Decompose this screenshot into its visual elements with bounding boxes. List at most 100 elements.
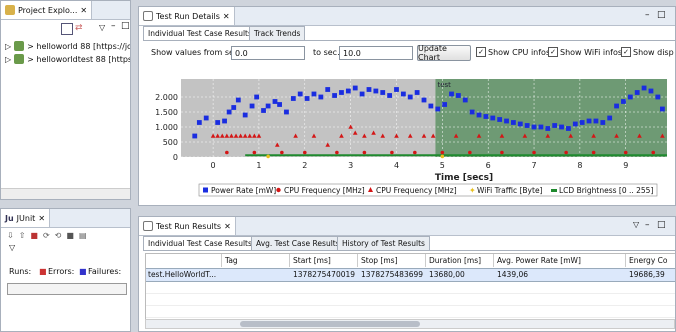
power-rate-point xyxy=(442,102,448,107)
maximize-icon[interactable]: □ xyxy=(657,10,666,20)
tab-individual-results[interactable]: Individual Test Case Results xyxy=(143,236,257,250)
horizontal-scrollbar[interactable] xyxy=(145,319,675,329)
power-rate-point xyxy=(192,133,198,139)
expand-icon[interactable]: ▷ xyxy=(5,42,11,51)
tab-track-trends[interactable]: Track Trends xyxy=(249,26,306,40)
checkbox-box[interactable]: ✓ xyxy=(476,47,486,57)
power-rate-point xyxy=(497,117,503,122)
y-tick-label: 1.000 xyxy=(155,123,178,132)
legend-marker xyxy=(276,187,281,193)
power-rate-point xyxy=(311,91,317,97)
close-icon[interactable]: ✕ xyxy=(38,214,45,223)
show-wifi-checkbox[interactable]: ✓ Show WiFi infos xyxy=(548,47,622,57)
x-axis-label: Time [secs] xyxy=(435,173,493,183)
power-rate-point xyxy=(552,123,558,128)
scrollbar-thumb[interactable] xyxy=(240,321,420,327)
grid-lines xyxy=(146,282,675,320)
column-header-energy[interactable]: Energy Co xyxy=(626,254,675,267)
minimize-icon[interactable]: – xyxy=(645,220,650,230)
power-rate-point xyxy=(339,90,344,95)
to-sec-input[interactable]: 10.0 xyxy=(339,46,413,60)
tab-test-run-results[interactable]: Test Run Results ✕ xyxy=(139,217,236,235)
link-editor-icon[interactable]: ⇄ xyxy=(75,23,85,33)
minimize-icon[interactable]: – xyxy=(111,21,116,31)
x-tick-label: 7 xyxy=(531,161,536,170)
power-rate-point xyxy=(490,115,496,121)
power-rate-point xyxy=(641,85,647,91)
tree-item[interactable]: ▷ > helloworld 88 [https://jc xyxy=(5,41,131,51)
close-icon[interactable]: ✕ xyxy=(223,12,230,21)
show-cpu-checkbox[interactable]: ✓ Show CPU infos xyxy=(476,47,550,57)
horizontal-scrollbar[interactable] xyxy=(1,188,130,199)
view-menu-icon[interactable]: ▽ xyxy=(633,220,639,229)
legend-marker: ✦ xyxy=(469,186,476,195)
column-header-stop[interactable]: Stop [ms] xyxy=(358,254,426,267)
power-rate-point xyxy=(572,121,578,127)
checkbox-box[interactable]: ✓ xyxy=(621,47,631,57)
cpu-frequency-point xyxy=(335,150,339,155)
show-failures-icon[interactable]: ■ xyxy=(30,231,38,240)
minimize-icon[interactable]: – xyxy=(645,10,650,20)
power-rate-point xyxy=(235,97,241,103)
collapse-all-icon[interactable] xyxy=(61,23,73,35)
power-rate-point xyxy=(462,97,468,103)
tab-test-run-details[interactable]: Test Run Details ✕ xyxy=(139,7,235,25)
checkbox-box[interactable]: ✓ xyxy=(548,47,558,57)
update-chart-button[interactable]: Update Chart xyxy=(417,44,471,62)
power-rate-point xyxy=(290,96,296,101)
x-tick-label: 3 xyxy=(348,161,353,170)
test-run-details-panel: Test Run Details ✕ – □ Individual Test C… xyxy=(138,6,676,206)
project-explorer-title: Project Explo... xyxy=(18,5,78,15)
close-icon[interactable]: ✕ xyxy=(224,222,231,231)
from-sec-input[interactable]: 0.0 xyxy=(231,46,305,60)
stop-icon[interactable]: ■ xyxy=(66,231,74,240)
tab-content-border xyxy=(143,40,675,41)
legend-marker xyxy=(203,187,208,193)
power-rate-point xyxy=(380,90,386,95)
power-rate-point xyxy=(345,88,351,94)
cpu-frequency-point xyxy=(440,150,445,155)
cell-name: test.HelloWorldT... xyxy=(148,270,217,279)
wifi-traffic-point xyxy=(440,154,445,159)
column-header-tag[interactable]: Tag xyxy=(222,254,290,267)
power-rate-point xyxy=(566,126,571,131)
maximize-icon[interactable]: □ xyxy=(657,220,666,230)
power-rate-point xyxy=(387,93,393,98)
expand-icon[interactable]: ▷ xyxy=(5,55,11,64)
power-rate-point xyxy=(261,108,266,113)
tab-project-explorer[interactable]: Project Explo... ✕ xyxy=(1,1,93,19)
close-icon[interactable]: ✕ xyxy=(80,6,87,15)
tab-history[interactable]: History of Test Results xyxy=(337,236,430,250)
column-header-duration[interactable]: Duration [ms] xyxy=(426,254,494,267)
results-table: Tag Start [ms] Stop [ms] Duration [ms] A… xyxy=(145,253,675,321)
power-rate-point xyxy=(524,123,530,128)
tab-avg-results[interactable]: Avg. Test Case Results xyxy=(251,236,345,250)
column-header-start[interactable]: Start [ms] xyxy=(290,254,358,267)
power-rate-point xyxy=(297,91,303,97)
view-menu-icon[interactable]: ▽ xyxy=(9,243,15,252)
power-rate-point xyxy=(277,102,282,107)
table-row[interactable]: test.HelloWorldT... 1378275470019 137827… xyxy=(146,268,675,282)
cpu-frequency-point xyxy=(302,150,307,155)
tree-item[interactable]: ▷ > helloworldtest 88 [https: xyxy=(5,54,130,64)
maximize-icon[interactable]: □ xyxy=(121,21,130,31)
previous-failure-icon[interactable]: ⇧ xyxy=(19,231,26,240)
power-rate-point xyxy=(407,94,413,100)
cpu-frequency-point xyxy=(280,150,284,155)
power-rate-point xyxy=(421,97,427,103)
rerun-failed-icon[interactable]: ⟲ xyxy=(55,231,62,240)
tree-item-label: > helloworld 88 [https://jc xyxy=(27,41,131,51)
view-menu-icon[interactable]: ▽ xyxy=(99,23,105,32)
column-header-name[interactable] xyxy=(146,254,222,267)
history-icon[interactable]: ▤ xyxy=(79,231,87,240)
tab-individual-test-case-results[interactable]: Individual Test Case Results xyxy=(143,26,257,40)
power-rate-point xyxy=(545,126,551,131)
column-header-power[interactable]: Avg. Power Rate [mW] xyxy=(494,254,626,267)
power-rate-point xyxy=(517,121,523,127)
next-failure-icon[interactable]: ⇩ xyxy=(7,231,14,240)
tab-junit[interactable]: Ju JUnit ✕ xyxy=(1,209,51,227)
show-display-checkbox[interactable]: ✓ Show disp xyxy=(621,47,674,57)
project-explorer-panel: Project Explo... ✕ ⇄ ▽ – □ ▷ > helloworl… xyxy=(0,0,131,200)
power-rate-point xyxy=(455,93,461,98)
rerun-icon[interactable]: ⟳ xyxy=(43,231,50,240)
